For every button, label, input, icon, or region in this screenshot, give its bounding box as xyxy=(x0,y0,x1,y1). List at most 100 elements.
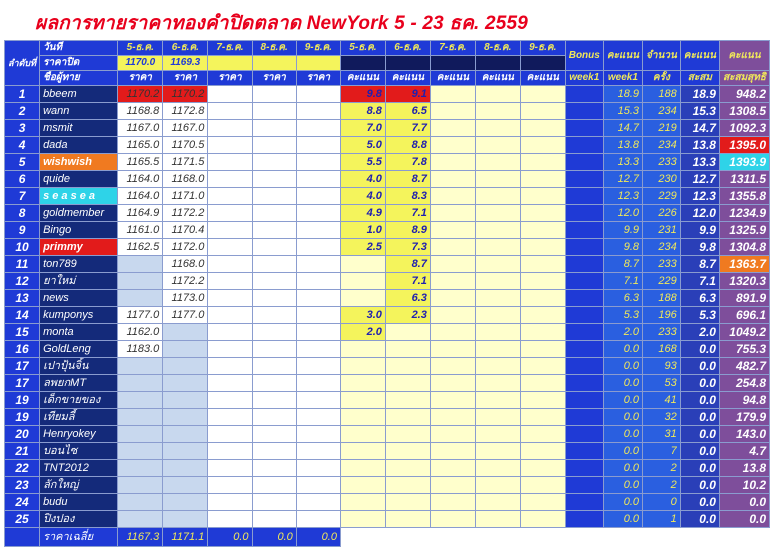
score-cell xyxy=(474,204,521,222)
net-score: 1304.8 xyxy=(718,238,770,256)
header-row-labels: ชื่อผู้ทาย ราคา ราคา ราคา ราคา ราคา คะแน… xyxy=(5,70,770,86)
rank-cell: 14 xyxy=(3,306,41,324)
price-cell xyxy=(295,85,341,103)
table-row: 3 msmit 1167.0 1167.0 7.0 7.7 14.7 219 14.7 1092.… xyxy=(3,119,770,137)
count-label-a: จำนวน xyxy=(646,49,677,61)
price-cell xyxy=(207,323,253,341)
price-cell xyxy=(251,119,297,137)
score-cell: 9.8 xyxy=(339,85,386,103)
price-cell: 1162.5 xyxy=(117,238,164,256)
count-cell: 233 xyxy=(642,255,681,273)
price-cell: 1173.0 xyxy=(162,289,209,307)
cum-score: 0.0 xyxy=(679,391,720,409)
participant-name: news xyxy=(39,289,119,307)
table-row: 8 goldmember 1164.9 1172.2 4.9 7.1 12.0 226 12.0… xyxy=(3,204,770,222)
score-cell: 7.1 xyxy=(384,204,431,222)
count-cell: 233 xyxy=(642,323,681,341)
price-cell xyxy=(117,357,164,375)
table-row: 21 บอนไซ 0.0 7 0.0 4.7 xyxy=(3,442,770,460)
price-cell: 1170.4 xyxy=(162,221,209,239)
score-cell xyxy=(474,493,521,511)
table-row: 17 ลพยกMT 0.0 53 0.0 254.8 xyxy=(3,374,770,392)
score-cell xyxy=(474,391,521,409)
price-cell xyxy=(251,170,297,188)
price-cell xyxy=(295,119,341,137)
rank-cell: 25 xyxy=(3,510,41,528)
price-cell xyxy=(295,306,341,324)
week1-score: 12.0 xyxy=(602,204,644,222)
table-row: 19 เทียมลี้ 0.0 32 0.0 179.9 xyxy=(3,408,770,426)
price-cell xyxy=(207,85,253,103)
cum-score: 18.9 xyxy=(679,85,720,103)
participant-name: quide xyxy=(39,170,119,188)
count-cell: 1 xyxy=(642,510,681,528)
score-cell: 4.9 xyxy=(339,204,386,222)
score-cell xyxy=(384,510,431,528)
price-cell xyxy=(251,323,297,341)
bonus-cell xyxy=(564,221,604,239)
cum-score: 0.0 xyxy=(679,510,720,528)
price-cell xyxy=(295,221,341,239)
score-cell: 9.1 xyxy=(384,85,431,103)
score-cell xyxy=(429,119,476,137)
bonus-label: Bonus xyxy=(568,49,600,61)
score-cell xyxy=(339,272,386,290)
table-row: 14 kumponys 1177.0 1177.0 3.0 2.3 5.3 196 5.3 696… xyxy=(3,306,770,324)
price-cell: 1168.0 xyxy=(162,255,209,273)
score-week1-label-a: คะแนน xyxy=(606,49,640,61)
price-cell xyxy=(207,119,253,137)
participant-name: ลักใหญ่ xyxy=(39,476,119,494)
table-row: 12 ยาใหม่ 1172.2 7.1 7.1 229 7.1 1320.3 xyxy=(3,272,770,290)
rank-cell: 5 xyxy=(3,153,41,171)
count-cell: 31 xyxy=(642,425,681,443)
score-cell: 8.3 xyxy=(384,187,431,205)
bonus-cell xyxy=(564,136,604,154)
date-col-5: 9-ธ.ค. xyxy=(295,40,341,56)
cum-score: 0.0 xyxy=(679,357,720,375)
score-cell xyxy=(519,510,566,528)
score-cell xyxy=(339,442,386,460)
price-cell xyxy=(207,459,253,477)
rank-cell: 7 xyxy=(3,187,41,205)
score-cell xyxy=(519,187,566,205)
score-label-4: คะแนน xyxy=(474,70,521,86)
table-row: 10 primmy 1162.5 1172.0 2.5 7.3 9.8 234 9.8 1304.… xyxy=(3,238,770,256)
score-close-blank-1 xyxy=(339,55,386,71)
price-cell: 1168.8 xyxy=(117,102,164,120)
close-price-2: 1169.3 xyxy=(162,55,209,71)
score-cell xyxy=(474,323,521,341)
score-cell xyxy=(384,493,431,511)
score-cell xyxy=(474,102,521,120)
rank-cell: 22 xyxy=(3,459,41,477)
table-body: ลำดับที่ วันที่ 5-ธ.ค. 6-ธ.ค. 7-ธ.ค. 8-ธ… xyxy=(3,40,770,547)
score-cell xyxy=(519,255,566,273)
net-score: 1311.5 xyxy=(718,170,770,188)
score-cell xyxy=(384,391,431,409)
participant-name: ยาใหม่ xyxy=(39,272,119,290)
price-cell xyxy=(295,204,341,222)
score-cell xyxy=(429,459,476,477)
score-cell xyxy=(519,442,566,460)
count-cell: 230 xyxy=(642,170,681,188)
count-cell: 234 xyxy=(642,238,681,256)
score-close-blank-5 xyxy=(519,55,566,71)
bonus-cell xyxy=(564,408,604,426)
participant-name: bbeem xyxy=(39,85,119,103)
bonus-cell xyxy=(564,374,604,392)
cum-score: 12.7 xyxy=(679,170,720,188)
score-cell xyxy=(384,425,431,443)
price-cell: 1167.0 xyxy=(162,119,209,137)
score-cell xyxy=(429,391,476,409)
score-cell xyxy=(519,391,566,409)
price-cell xyxy=(251,306,297,324)
score-cell: 6.5 xyxy=(384,102,431,120)
cum-score: 13.8 xyxy=(679,136,720,154)
footer-empty xyxy=(385,527,431,547)
price-cell xyxy=(295,323,341,341)
price-cell xyxy=(295,187,341,205)
price-cell xyxy=(162,476,209,494)
cum-label-b: สะสม xyxy=(679,70,720,86)
cum-score: 13.3 xyxy=(679,153,720,171)
cum-score: 12.3 xyxy=(679,187,720,205)
score-cell: 8.7 xyxy=(384,255,431,273)
